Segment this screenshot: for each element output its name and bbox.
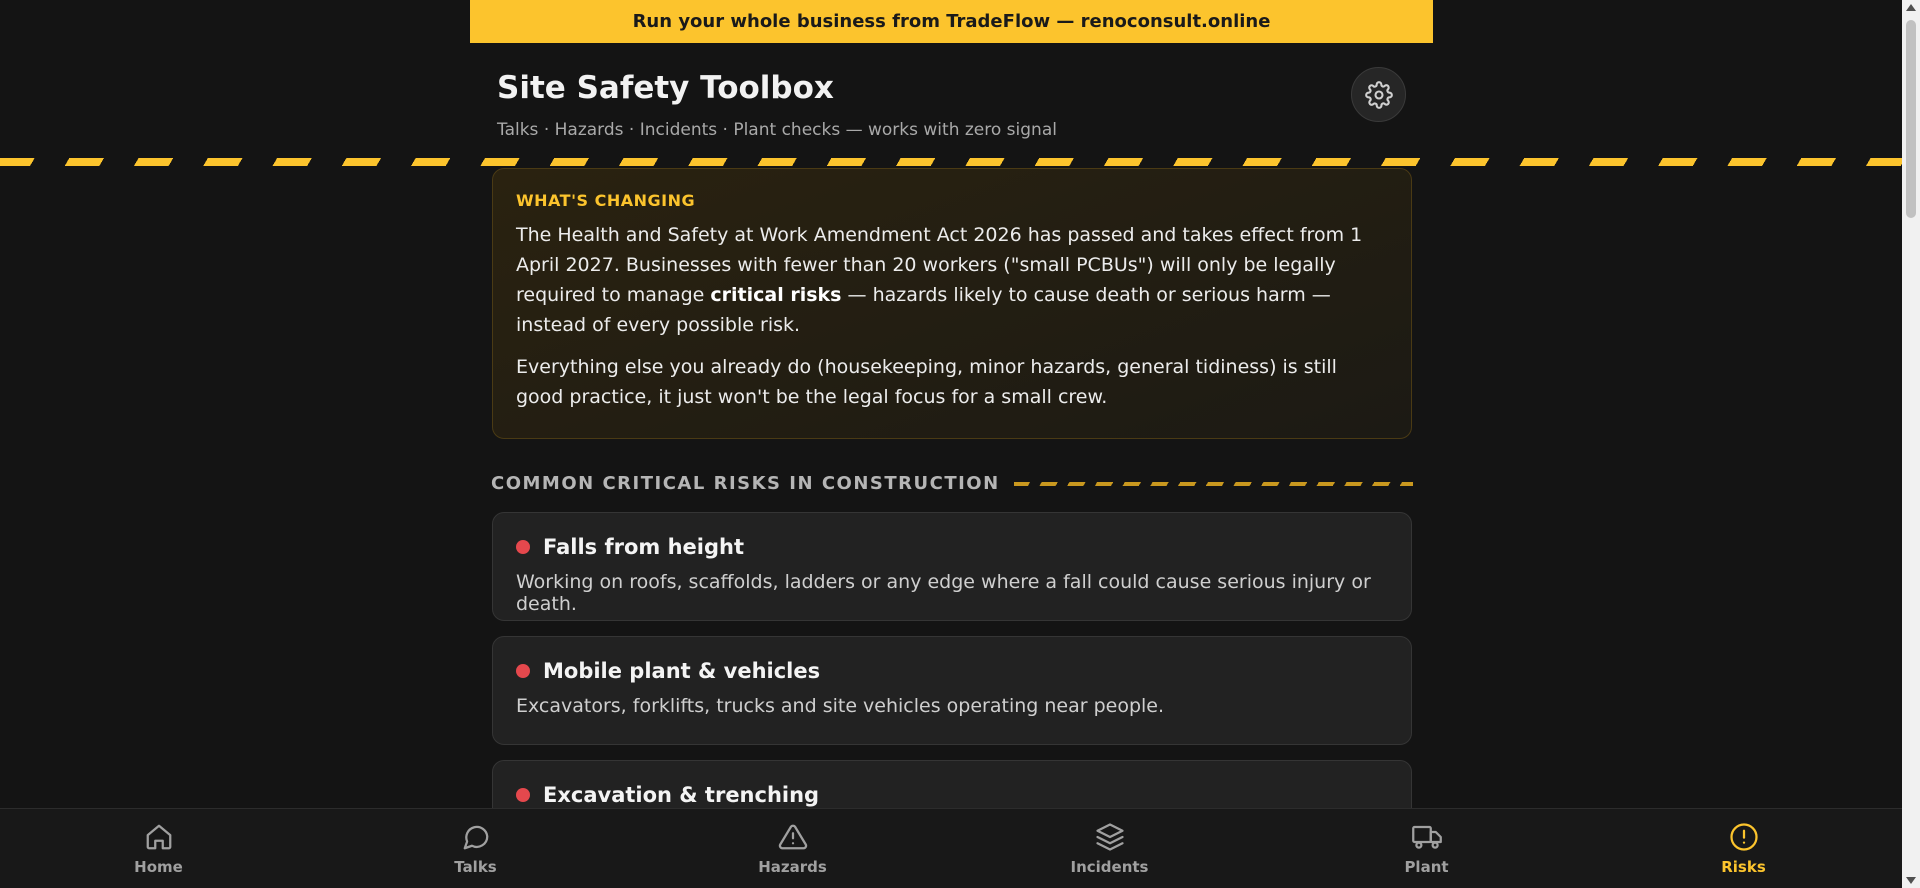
notice-label: WHAT'S CHANGING <box>516 191 696 210</box>
risk-card-header: Excavation & trenching <box>516 783 1388 807</box>
risk-description: Working on roofs, scaffolds, ladders or … <box>516 571 1371 615</box>
risk-title: Excavation & trenching <box>543 783 820 807</box>
alert-circle-icon <box>1729 822 1758 851</box>
nav-label: Plant <box>1404 857 1449 876</box>
scroll-up-arrow-icon[interactable] <box>1906 4 1916 11</box>
home-icon <box>146 824 171 849</box>
section-title: COMMON CRITICAL RISKS IN CONSTRUCTION <box>491 473 1000 494</box>
risk-title: Falls from height <box>543 535 745 559</box>
app-viewport: Run your whole business from TradeFlow —… <box>0 0 1902 888</box>
critical-dot-icon <box>516 664 530 678</box>
page-title: Site Safety Toolbox <box>497 70 834 106</box>
gear-icon <box>1364 80 1393 109</box>
section-dashed-line <box>1013 481 1413 486</box>
risk-card-header: Falls from height <box>516 535 1388 559</box>
risk-description: Excavators, forklifts, trucks and site v… <box>516 695 1165 717</box>
settings-button[interactable] <box>1351 67 1406 122</box>
risk-card-falls[interactable]: Falls from height Working on roofs, scaf… <box>492 512 1412 621</box>
bottom-nav: Home Talks Hazards Incidents Plant Risks <box>0 808 1902 888</box>
nav-label: Hazards <box>758 857 827 876</box>
risk-card-header: Mobile plant & vehicles <box>516 659 1388 683</box>
nav-item-risks[interactable]: Risks <box>1585 809 1902 888</box>
scroll-down-arrow-icon[interactable] <box>1906 877 1916 884</box>
nav-item-plant[interactable]: Plant <box>1268 809 1585 888</box>
hazard-stripe-divider <box>0 158 1902 166</box>
risk-card-mobile-plant[interactable]: Mobile plant & vehicles Excavators, fork… <box>492 636 1412 745</box>
app-header: Site Safety Toolbox Talks · Hazards · In… <box>497 70 1407 140</box>
section-heading: COMMON CRITICAL RISKS IN CONSTRUCTION <box>491 473 1413 494</box>
nav-label: Talks <box>454 857 497 876</box>
nav-item-home[interactable]: Home <box>0 809 317 888</box>
critical-dot-icon <box>516 788 530 802</box>
notice-paragraph-2: Everything else you already do (housekee… <box>516 356 1337 408</box>
critical-risks-emphasis: critical risks <box>710 284 842 306</box>
page-scrollbar[interactable] <box>1902 0 1920 888</box>
layers-icon <box>1095 822 1124 851</box>
page-subtitle: Talks · Hazards · Incidents · Plant chec… <box>497 120 1057 140</box>
nav-item-talks[interactable]: Talks <box>317 809 634 888</box>
warning-triangle-icon <box>778 824 807 849</box>
risk-title: Mobile plant & vehicles <box>543 659 821 683</box>
truck-icon <box>1411 825 1442 849</box>
nav-label: Risks <box>1721 857 1766 876</box>
nav-label: Incidents <box>1070 857 1149 876</box>
promo-banner[interactable]: Run your whole business from TradeFlow —… <box>470 0 1433 43</box>
whats-changing-card: WHAT'S CHANGING The Health and Safety at… <box>492 168 1412 439</box>
chat-icon <box>463 825 488 849</box>
critical-dot-icon <box>516 540 530 554</box>
notice-paragraph-1: The Health and Safety at Work Amendment … <box>516 224 1363 336</box>
promo-text: Run your whole business from TradeFlow —… <box>632 11 1271 32</box>
nav-label: Home <box>134 857 183 876</box>
nav-item-incidents[interactable]: Incidents <box>951 809 1268 888</box>
scrollbar-thumb[interactable] <box>1906 20 1916 218</box>
nav-item-hazards[interactable]: Hazards <box>634 809 951 888</box>
